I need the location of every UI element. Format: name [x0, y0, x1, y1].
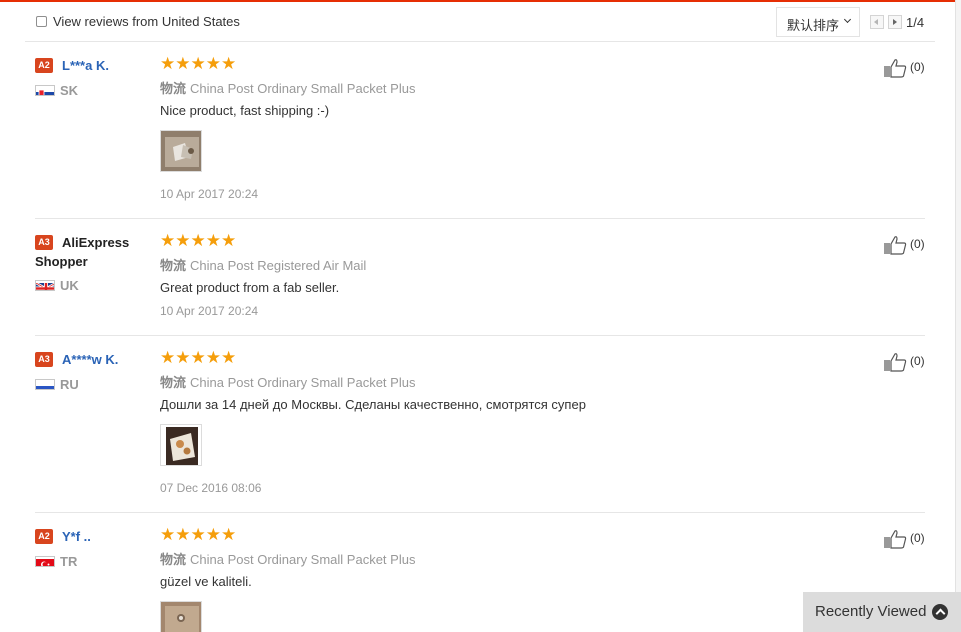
- helpful-count: (0): [910, 531, 925, 545]
- slovakia-flag-icon: [35, 85, 55, 96]
- shipping-method: 物流 China Post Ordinary Small Packet Plus: [160, 372, 415, 391]
- review-text: güzel ve kaliteli.: [160, 574, 252, 589]
- buyer-level-badge: A3: [35, 352, 53, 367]
- thumbs-up-icon: [884, 236, 907, 255]
- us-reviews-checkbox[interactable]: [36, 16, 47, 27]
- shipping-prefix: 物流: [160, 375, 187, 390]
- country-code: RU: [60, 377, 79, 392]
- shipping-method: 物流 China Post Ordinary Small Packet Plus: [160, 549, 415, 568]
- russia-flag-icon: [35, 379, 55, 390]
- reviewer-info: A3 AliExpress Shopper UK: [35, 233, 145, 293]
- review-item: A2 Y*f .. TR ★★★★★ 物流 China Post Ordinary…: [35, 525, 925, 632]
- recently-viewed-label: Recently Viewed: [815, 603, 927, 620]
- buyer-level-badge: A3: [35, 235, 53, 250]
- star-rating: ★★★★★: [160, 348, 237, 367]
- review-item: A3 A****w K. RU ★★★★★ 物流 China Post Ordin…: [35, 348, 925, 513]
- helpful-count: (0): [910, 237, 925, 251]
- us-reviews-checkbox-label[interactable]: View reviews from United States: [53, 14, 240, 29]
- thumbs-up-icon: [884, 353, 907, 372]
- prev-page-button[interactable]: [870, 15, 884, 29]
- review-date: 10 Apr 2017 20:24: [160, 304, 259, 318]
- page-scrollbar[interactable]: [955, 0, 961, 632]
- buyer-level-badge: A2: [35, 529, 53, 544]
- review-date: 10 Apr 2017 20:24: [160, 187, 259, 201]
- sort-dropdown[interactable]: 默认排序: [776, 7, 860, 37]
- shipping-prefix: 物流: [160, 552, 187, 567]
- country-code: SK: [60, 83, 79, 98]
- review-filter-bar: View reviews from United States 默认排序 1/4: [25, 2, 935, 42]
- reviewer-info: A2 Y*f .. TR: [35, 527, 145, 569]
- review-photo-thumbnail[interactable]: [160, 601, 202, 632]
- shipping-method: 物流 China Post Ordinary Small Packet Plus: [160, 78, 415, 97]
- review-item: A3 AliExpress Shopper UK ★★★★★ 物流 China P…: [35, 231, 925, 336]
- helpful-count: (0): [910, 354, 925, 368]
- review-photo-thumbnail[interactable]: [160, 424, 202, 466]
- thumbs-up-icon: [884, 530, 907, 549]
- shipping-method-name: China Post Registered Air Mail: [190, 258, 367, 273]
- shipping-method-name: China Post Ordinary Small Packet Plus: [190, 81, 416, 96]
- sort-dropdown-label: 默认排序: [787, 18, 840, 33]
- review-item: A2 L***a K. SK ★★★★★ 物流 China Post Ordina…: [35, 54, 925, 219]
- reviewer-info: A2 L***a K. SK: [35, 56, 145, 98]
- review-text: Nice product, fast shipping :-): [160, 103, 330, 118]
- chevron-down-icon: [843, 15, 852, 24]
- shipping-method: 物流 China Post Registered Air Mail: [160, 255, 366, 274]
- next-page-button[interactable]: [888, 15, 902, 29]
- shipping-prefix: 物流: [160, 258, 187, 273]
- thumbs-up-icon: [884, 59, 907, 78]
- reviewer-info: A3 A****w K. RU: [35, 350, 145, 392]
- shipping-prefix: 物流: [160, 81, 187, 96]
- recently-viewed-button[interactable]: Recently Viewed: [803, 592, 961, 632]
- page-indicator: 1/4: [906, 15, 925, 30]
- review-photo-thumbnail[interactable]: [160, 130, 202, 172]
- review-text: Дошли за 14 дней до Москвы. Сделаны каче…: [160, 397, 586, 412]
- helpful-count: (0): [910, 60, 925, 74]
- star-rating: ★★★★★: [160, 231, 237, 250]
- star-rating: ★★★★★: [160, 525, 237, 544]
- shipping-method-name: China Post Ordinary Small Packet Plus: [190, 552, 416, 567]
- buyer-level-badge: A2: [35, 58, 53, 73]
- star-rating: ★★★★★: [160, 54, 237, 73]
- uk-flag-icon: [35, 280, 55, 291]
- country-code: UK: [60, 278, 79, 293]
- turkey-flag-icon: [35, 556, 55, 567]
- review-text: Great product from a fab seller.: [160, 280, 340, 295]
- review-date: 07 Dec 2016 08:06: [160, 481, 262, 495]
- shipping-method-name: China Post Ordinary Small Packet Plus: [190, 375, 416, 390]
- chevron-up-icon: [932, 604, 948, 620]
- country-code: TR: [60, 554, 78, 569]
